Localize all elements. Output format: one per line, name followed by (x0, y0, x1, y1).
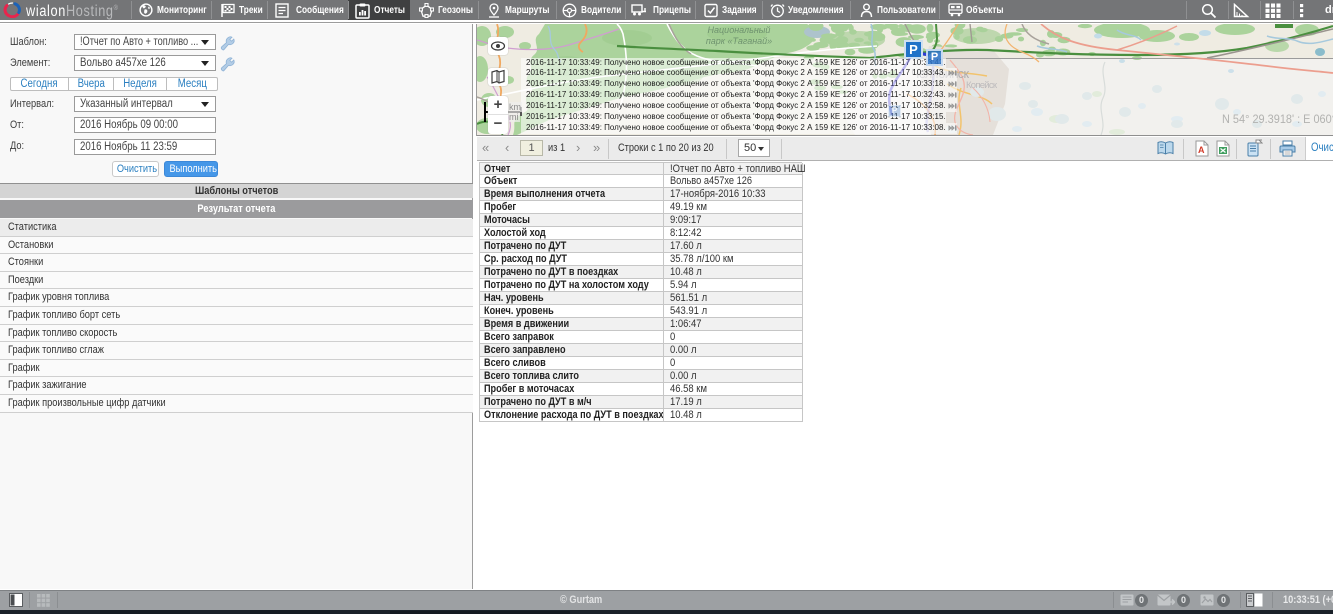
svg-text:A: A (1198, 145, 1205, 155)
svg-text:парк «Таганай»: парк «Таганай» (706, 36, 772, 46)
svg-text:Копейск: Копейск (966, 80, 998, 91)
svg-text:Национальный: Национальный (708, 25, 771, 35)
